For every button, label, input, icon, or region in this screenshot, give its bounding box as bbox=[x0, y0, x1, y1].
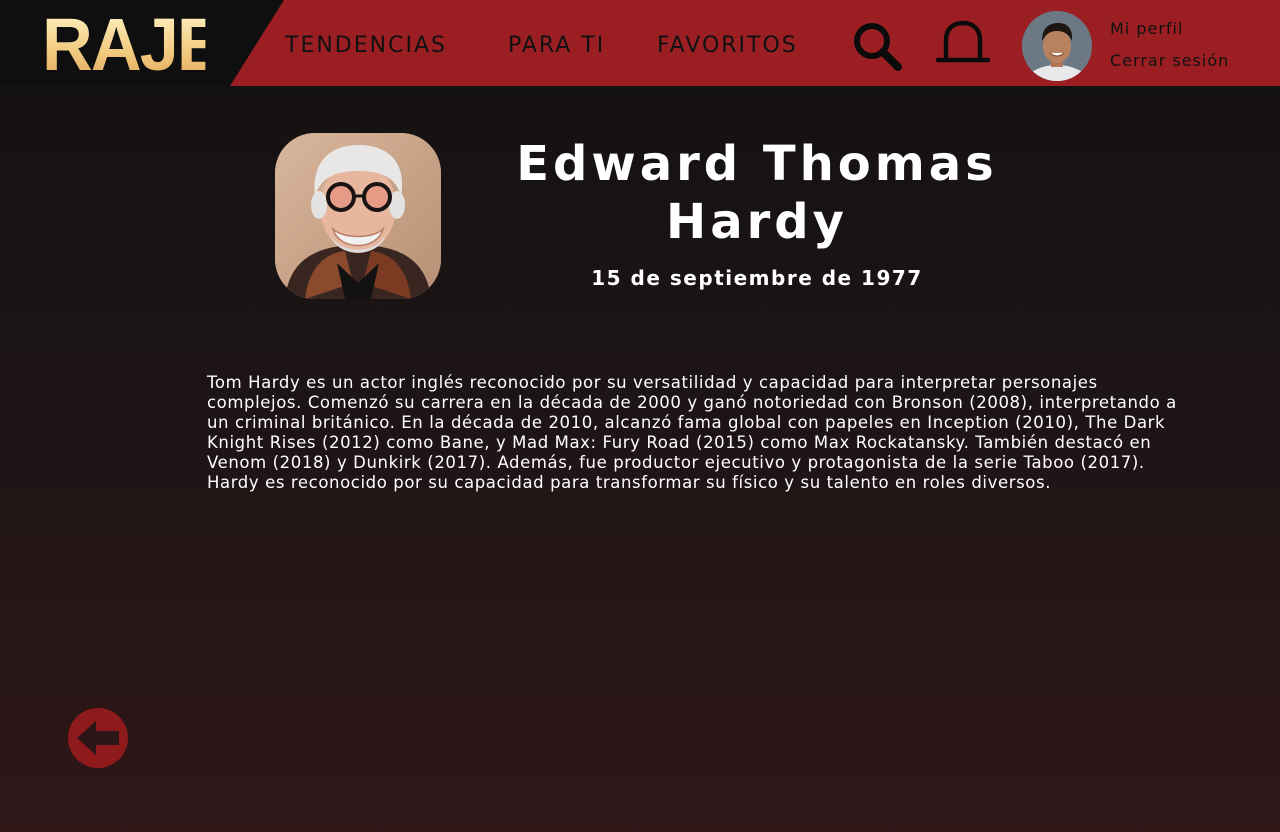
my-profile-link[interactable]: Mi perfil bbox=[1110, 19, 1183, 38]
top-navigation-bar: RAJE TENDENCIAS PARA TI FAVORITOS Mi per… bbox=[0, 0, 1280, 86]
bell-icon bbox=[935, 20, 991, 63]
actor-photo bbox=[275, 133, 441, 299]
nav-favorites-link[interactable]: FAVORITOS bbox=[657, 31, 798, 61]
actor-biography: Tom Hardy es un actor inglés reconocido … bbox=[207, 373, 1177, 492]
user-avatar-image bbox=[1022, 11, 1092, 81]
notifications-button[interactable] bbox=[935, 20, 991, 66]
nav-trending-link[interactable]: TENDENCIAS bbox=[285, 31, 447, 61]
nav-for-you-link[interactable]: PARA TI bbox=[508, 31, 605, 61]
actor-portrait bbox=[275, 133, 441, 299]
actor-name-heading: Edward Thomas Hardy bbox=[516, 136, 998, 250]
arrow-left-circle-icon bbox=[68, 708, 128, 768]
logout-link[interactable]: Cerrar sesión bbox=[1110, 51, 1229, 70]
user-avatar[interactable] bbox=[1022, 11, 1092, 81]
logo-area: RAJE bbox=[0, 0, 284, 86]
search-icon bbox=[854, 23, 902, 71]
actor-birth-date: 15 de septiembre de 1977 bbox=[591, 266, 923, 290]
search-button[interactable] bbox=[850, 20, 904, 74]
back-button[interactable] bbox=[67, 707, 129, 769]
raje-logo[interactable]: RAJE bbox=[42, 8, 224, 82]
